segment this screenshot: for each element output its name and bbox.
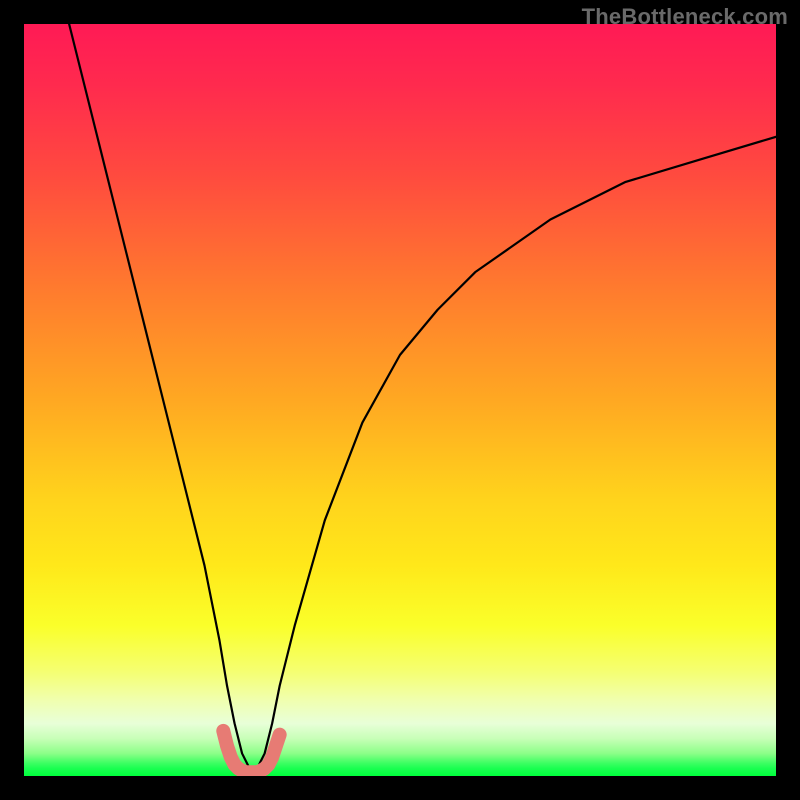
bottleneck-curve-path xyxy=(69,24,776,768)
plot-area xyxy=(24,24,776,776)
optimal-marker-path xyxy=(223,731,279,772)
chart-stage: TheBottleneck.com xyxy=(0,0,800,800)
chart-svg xyxy=(24,24,776,776)
watermark-text: TheBottleneck.com xyxy=(582,4,788,30)
plot-frame xyxy=(24,24,776,776)
